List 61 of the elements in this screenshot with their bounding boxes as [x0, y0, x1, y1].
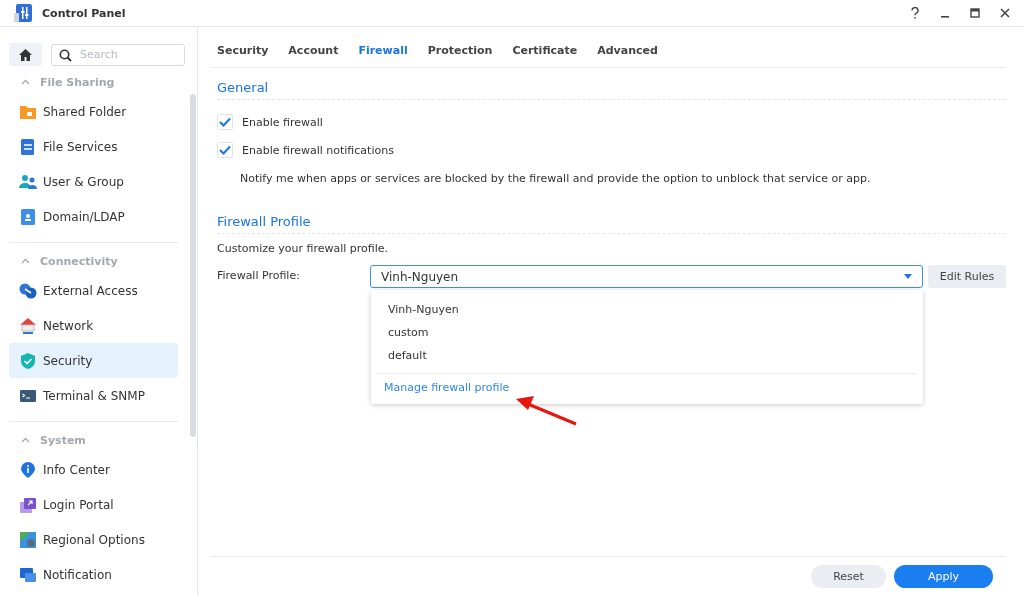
help-icon[interactable]	[910, 7, 920, 19]
home-button[interactable]	[9, 43, 42, 66]
dropdown-option[interactable]: custom	[378, 321, 916, 344]
chat-icon	[19, 565, 37, 584]
section-title: Connectivity	[40, 254, 118, 268]
apply-button[interactable]: Apply	[894, 564, 993, 588]
caret-icon[interactable]	[21, 437, 30, 443]
shield-icon	[19, 351, 37, 370]
checkbox[interactable]	[217, 114, 233, 130]
description-text: Notify me when apps or services are blocked by the firewall and provide the option to unblock that service or app.	[239, 172, 872, 186]
edit-rules-button[interactable]: Edit Rules	[928, 265, 1006, 288]
sidebar-item[interactable]: Network	[9, 308, 178, 343]
caret-icon[interactable]	[21, 258, 30, 264]
caret-icon[interactable]	[21, 79, 30, 85]
search-field[interactable]: Search	[51, 43, 185, 66]
info-icon	[19, 460, 37, 479]
tab[interactable]: Account	[288, 43, 339, 57]
window-title: Control Panel	[42, 6, 126, 20]
checkbox[interactable]	[217, 142, 233, 158]
maximize-icon[interactable]	[970, 8, 980, 18]
tab[interactable]: Firewall	[358, 43, 408, 57]
tab[interactable]: Advanced	[597, 43, 658, 57]
checkbox-label: Enable firewall	[242, 115, 323, 129]
sidebar-item[interactable]: User & Group	[9, 164, 178, 199]
link-icon	[19, 281, 37, 300]
house-icon	[19, 316, 37, 335]
dropdown-option[interactable]: Vinh-Nguyen	[378, 298, 916, 321]
section-title: System	[40, 433, 86, 447]
profile-dropdown[interactable]: Vinh-Nguyen	[370, 265, 923, 288]
sidebar-item[interactable]: Domain/LDAP	[9, 199, 178, 234]
tab[interactable]: Security	[217, 43, 269, 57]
manage-profile-link[interactable]: Manage firewall profile	[378, 381, 510, 394]
sidebar-item[interactable]: Regional Options	[9, 522, 178, 557]
close-icon[interactable]	[1000, 8, 1010, 18]
sidebar-item[interactable]: Shared Folder	[9, 94, 178, 129]
dropdown-option[interactable]: default	[378, 344, 916, 367]
sidebar-item[interactable]: Notification	[9, 557, 178, 592]
checkbox-label: Enable firewall notifications	[242, 143, 394, 157]
section-heading: Firewall Profile	[217, 214, 312, 231]
portal-icon	[19, 495, 37, 514]
section-heading: General	[217, 80, 270, 97]
contact-card-icon	[19, 207, 37, 226]
file-icon	[19, 137, 37, 156]
section-title: File Sharing	[40, 75, 115, 89]
sliders-icon	[13, 3, 33, 23]
scrollbar[interactable]	[190, 94, 196, 437]
sidebar-item[interactable]: Info Center	[9, 452, 178, 487]
sidebar-item[interactable]: Security	[9, 343, 178, 378]
sidebar-item[interactable]: File Services	[9, 129, 178, 164]
caret-icon	[904, 274, 912, 279]
map-icon	[19, 530, 37, 549]
sidebar-item[interactable]: Login Portal	[9, 487, 178, 522]
sidebar-item[interactable]: External Access	[9, 273, 178, 308]
reset-button[interactable]: Reset	[811, 564, 886, 588]
users-icon	[19, 172, 37, 191]
description-text: Customize your firewall profile.	[217, 242, 390, 255]
field-label: Firewall Profile:	[217, 268, 301, 284]
sidebar-item[interactable]: Terminal & SNMP	[9, 378, 178, 413]
tab[interactable]: Protection	[427, 43, 493, 57]
home-icon	[19, 48, 32, 61]
tab[interactable]: Certificate	[512, 43, 578, 57]
